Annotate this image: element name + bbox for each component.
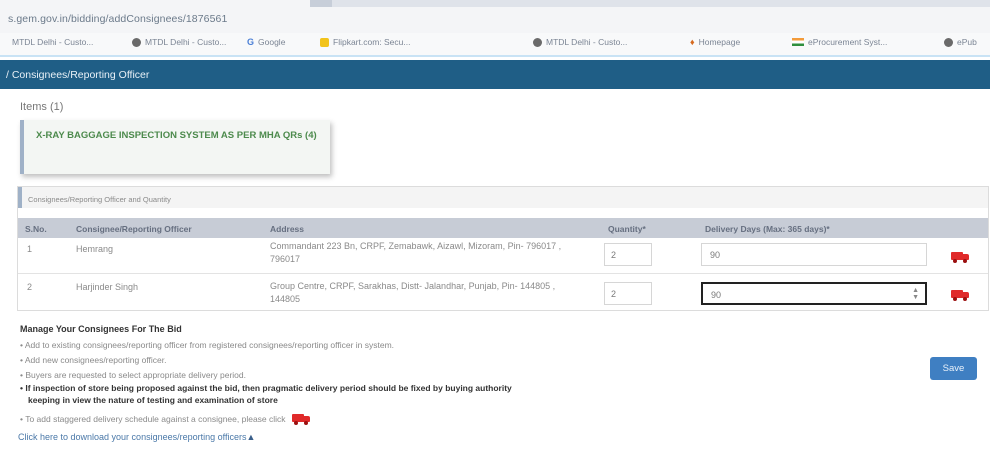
save-button[interactable]: Save (930, 357, 977, 380)
column-header-delivery-days: Delivery Days (Max: 365 days)* (705, 224, 830, 234)
column-header-quantity: Quantity* (608, 224, 646, 234)
bookmark-item[interactable]: MTDL Delhi - Custo... (533, 37, 627, 47)
row-officer: Harjinder Singh (76, 282, 139, 292)
row-address: Group Centre, CRPF, Sarakhas, Distt- Jal… (270, 281, 556, 304)
bookmark-label: MTDL Delhi - Custo... (12, 37, 94, 47)
bookmark-label: eProcurement Syst... (808, 37, 888, 47)
delivery-days-input[interactable]: 90 (701, 243, 927, 266)
active-tab[interactable] (310, 0, 332, 7)
url-text[interactable]: s.gem.gov.in/bidding/addConsignees/18765… (8, 13, 227, 25)
column-header-address: Address (270, 224, 305, 234)
globe-icon (944, 37, 953, 47)
bookmark-label: Google (258, 37, 286, 47)
delivery-days-value: 90 (711, 290, 722, 300)
column-header-sno: S.No. (25, 224, 47, 234)
india-flag-icon (792, 38, 804, 46)
homepage-icon: ♦ (690, 37, 695, 47)
truck-icon[interactable] (951, 290, 969, 301)
row-sno: 1 (27, 244, 33, 254)
bookmark-item[interactable]: MTDL Delhi - Custo... (132, 37, 226, 47)
bookmark-label: Flipkart.com: Secu... (333, 37, 411, 47)
bookmark-label: MTDL Delhi - Custo... (145, 37, 227, 47)
bookmark-item[interactable]: ePub (944, 37, 977, 47)
note-item: • Buyers are requested to select appropr… (20, 370, 246, 380)
download-icon: ▲ (246, 432, 256, 442)
bookmark-label: MTDL Delhi - Custo... (546, 37, 628, 47)
number-stepper[interactable]: ▲ ▼ (912, 287, 919, 301)
panel-title: Consignees/Reporting Officer and Quantit… (28, 195, 171, 204)
globe-icon (132, 37, 141, 47)
note-item-important: • If inspection of store being proposed … (20, 383, 512, 393)
bookmark-item[interactable]: Flipkart.com: Secu... (320, 37, 410, 47)
row-sno: 2 (27, 282, 33, 292)
delivery-days-input-focused[interactable]: 90 ▲ ▼ (701, 282, 927, 305)
flipkart-icon (320, 37, 329, 47)
items-heading: Items (1) (20, 101, 64, 113)
row-address: Commandant 223 Bn, CRPF, Zemabawk, Aizaw… (270, 241, 562, 264)
note-item-continued: keeping in view the nature of testing an… (28, 395, 278, 405)
download-consignees-link[interactable]: Click here to download your consignees/r… (18, 432, 255, 442)
globe-icon (533, 37, 542, 47)
truck-icon[interactable] (951, 252, 969, 263)
google-icon: G (247, 37, 255, 47)
tab-strip (310, 0, 990, 7)
row-divider (18, 273, 988, 274)
item-card[interactable] (20, 120, 330, 174)
bookmark-label: ePub (957, 37, 977, 47)
quantity-input[interactable]: 2 (604, 243, 652, 266)
row-officer: Hemrang (76, 244, 114, 254)
bookmark-label: Homepage (698, 37, 741, 47)
column-header-officer: Consignee/Reporting Officer (76, 224, 192, 234)
quantity-input[interactable]: 2 (604, 282, 652, 305)
truck-icon[interactable] (291, 414, 310, 425)
divider (0, 55, 990, 57)
bookmark-item[interactable]: eProcurement Syst... (792, 37, 887, 47)
notes-title: Manage Your Consignees For The Bid (20, 324, 182, 334)
note-item: • Add to existing consignees/reporting o… (20, 340, 395, 350)
bookmark-item[interactable]: MTDL Delhi - Custo... (12, 37, 93, 47)
bookmark-item[interactable]: ♦ Homepage (690, 37, 740, 47)
bookmark-item[interactable]: G Google (247, 37, 285, 47)
page-title: / Consignees/Reporting Officer (6, 69, 150, 81)
note-item: • Add new consignees/reporting officer. (20, 355, 167, 365)
note-item: • To add staggered delivery schedule aga… (20, 412, 310, 425)
item-name: X-RAY BAGGAGE INSPECTION SYSTEM AS PER M… (36, 130, 317, 141)
